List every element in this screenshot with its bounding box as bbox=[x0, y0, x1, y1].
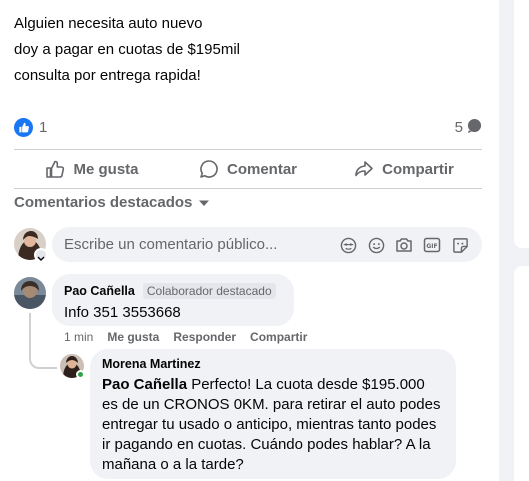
post-card: Alguien necesita auto nuevo doy a pagar … bbox=[0, 0, 498, 481]
side-card bbox=[514, 266, 529, 481]
comment-meta: 1 min Me gusta Responder Compartir bbox=[64, 330, 321, 344]
like-reaction-icon bbox=[14, 117, 33, 137]
comment-share-link[interactable]: Compartir bbox=[250, 330, 307, 344]
reaction-count: 1 bbox=[39, 118, 48, 136]
post-text-line: consulta por entrega rapida! bbox=[14, 67, 201, 84]
comment-like-link[interactable]: Me gusta bbox=[107, 330, 159, 344]
post-text-line: Alguien necesita auto nuevo bbox=[14, 15, 203, 32]
like-button-label: Me gusta bbox=[73, 160, 139, 178]
comment-text: Info 351 3553668 bbox=[64, 304, 181, 321]
comment-count-link[interactable]: 5 bbox=[455, 117, 482, 137]
reply-text: Pao Cañella Perfecto! La cuota desde $19… bbox=[102, 375, 444, 475]
comment-input[interactable] bbox=[64, 236, 344, 253]
divider bbox=[14, 188, 482, 189]
comment-bubble-icon bbox=[467, 118, 482, 137]
comment-filter-dropdown[interactable]: Comentarios destacados bbox=[14, 194, 210, 211]
avatar-sticker-icon[interactable] bbox=[334, 234, 362, 256]
post-body: Alguien necesita auto nuevo doy a pagar … bbox=[14, 11, 240, 89]
commenter-avatar[interactable] bbox=[14, 277, 46, 309]
comment-author[interactable]: Pao Cañella bbox=[64, 284, 135, 298]
comment-bubble: Pao Cañella Colaborador destacado Info 3… bbox=[52, 274, 294, 326]
comment-button-label: Comentar bbox=[226, 160, 297, 178]
share-button[interactable]: Compartir bbox=[326, 151, 482, 187]
gif-icon[interactable]: GIF bbox=[418, 234, 446, 256]
comment-timestamp[interactable]: 1 min bbox=[64, 330, 93, 344]
top-contributor-badge: Colaborador destacado bbox=[142, 283, 276, 299]
like-button[interactable]: Me gusta bbox=[14, 151, 170, 187]
reply-bubble: Morena Martinez Pao Cañella Perfecto! La… bbox=[90, 349, 456, 479]
reply-author[interactable]: Morena Martinez bbox=[102, 357, 444, 373]
reaction-summary[interactable]: 1 bbox=[14, 117, 47, 137]
reply-mention[interactable]: Pao Cañella bbox=[102, 376, 187, 393]
comment-count: 5 bbox=[454, 118, 463, 136]
share-button-label: Compartir bbox=[382, 160, 454, 178]
side-card bbox=[514, 0, 529, 248]
caret-down-icon bbox=[199, 200, 210, 206]
comment-reply-link[interactable]: Responder bbox=[173, 330, 236, 344]
svg-text:GIF: GIF bbox=[426, 243, 437, 250]
comment-icon bbox=[200, 160, 218, 178]
composer-tools: GIF bbox=[334, 234, 474, 256]
share-icon bbox=[355, 161, 373, 177]
post-text-line: doy a pagar en cuotas de $195mil bbox=[14, 41, 240, 58]
camera-icon[interactable] bbox=[390, 234, 418, 256]
user-avatar[interactable] bbox=[14, 228, 48, 262]
thumbs-up-icon bbox=[46, 160, 65, 178]
comment-composer: GIF bbox=[52, 227, 482, 262]
reply-thread-line bbox=[29, 313, 57, 369]
comment-button[interactable]: Comentar bbox=[170, 151, 326, 187]
emoji-icon[interactable] bbox=[362, 234, 390, 256]
sticker-icon[interactable] bbox=[446, 234, 474, 256]
online-status-icon bbox=[76, 370, 85, 379]
divider bbox=[14, 149, 482, 150]
reply-author-avatar[interactable] bbox=[60, 354, 85, 379]
comment-header: Pao Cañella Colaborador destacado bbox=[64, 282, 282, 300]
post-actions: Me gusta Comentar Compartir bbox=[14, 151, 482, 187]
comment-filter-label: Comentarios destacados bbox=[14, 194, 193, 211]
avatar-status-icon bbox=[34, 248, 48, 262]
